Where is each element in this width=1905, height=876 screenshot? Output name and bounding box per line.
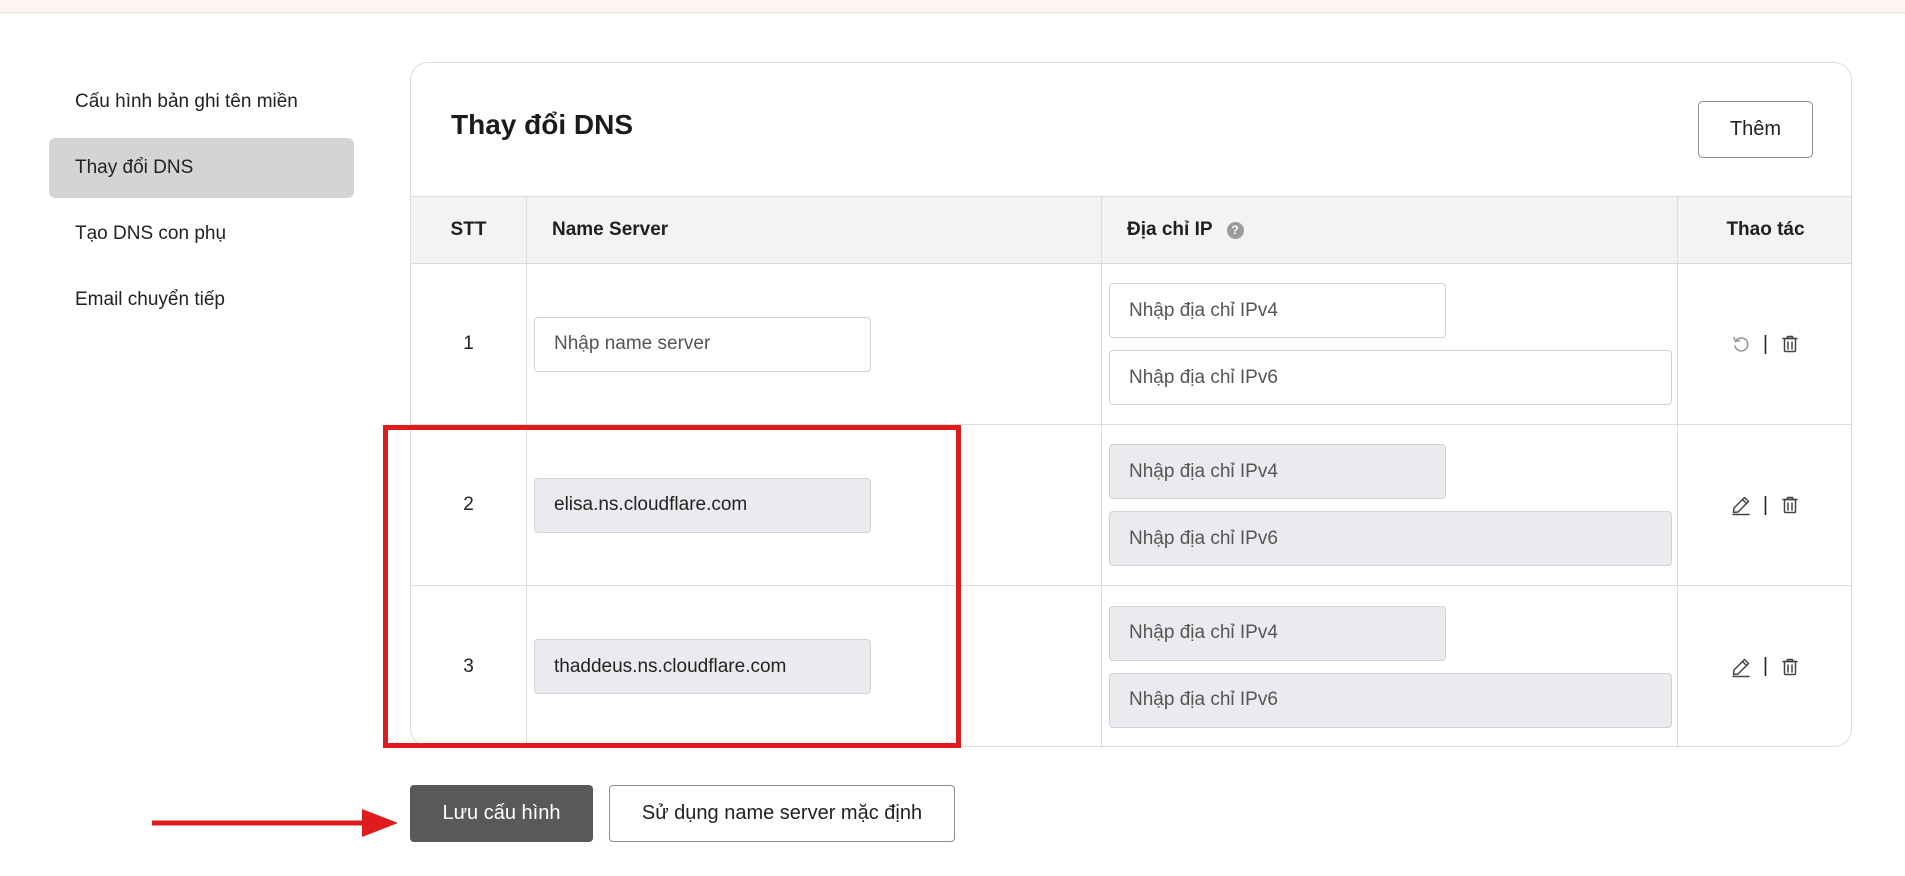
help-icon[interactable]: ? (1226, 221, 1244, 239)
sidebar-item-email-forwarding[interactable]: Email chuyển tiếp (49, 270, 354, 330)
name-server-input[interactable] (534, 477, 871, 533)
row-stt: 2 (411, 425, 527, 585)
ipv6-input[interactable] (1109, 672, 1672, 728)
row-stt: 3 (411, 586, 527, 746)
ip-cell (1102, 586, 1678, 746)
name-server-input[interactable] (534, 639, 871, 694)
table-row: 2 | (411, 425, 1851, 586)
header-ip: Địa chỉ IP ? (1102, 197, 1678, 263)
ip-cell (1102, 425, 1678, 585)
dns-table: STT Name Server Địa chỉ IP ? Thao tác 1 (411, 196, 1851, 746)
sidebar-item-child-dns[interactable]: Tạo DNS con phụ (49, 204, 354, 264)
ipv4-input[interactable] (1109, 283, 1446, 338)
sidebar: Cấu hình bản ghi tên miền Thay đổi DNS T… (49, 72, 354, 336)
sidebar-item-label: Thay đổi DNS (75, 157, 194, 178)
sidebar-item-label: Email chuyển tiếp (75, 289, 225, 310)
name-server-input[interactable] (534, 316, 871, 372)
header-name-server: Name Server (527, 197, 1102, 263)
header-actions: Thao tác (1726, 219, 1805, 240)
header-stt: STT (411, 197, 527, 263)
action-separator: | (1762, 332, 1769, 355)
dns-card: Thay đổi DNS Thêm STT Name Server Địa ch… (410, 62, 1852, 747)
trash-icon[interactable] (1778, 493, 1802, 517)
table-row: 3 | (411, 586, 1851, 746)
page-title: Thay đổi DNS (451, 109, 634, 140)
undo-icon[interactable] (1729, 332, 1753, 356)
ipv6-input[interactable] (1109, 511, 1672, 566)
table-header: STT Name Server Địa chỉ IP ? Thao tác (411, 196, 1851, 264)
actions-cell: | (1678, 264, 1851, 424)
use-default-nameserver-button[interactable]: Sử dụng name server mặc định (609, 785, 955, 842)
top-bar (0, 0, 1905, 13)
trash-icon[interactable] (1778, 332, 1802, 356)
sidebar-item-change-dns[interactable]: Thay đổi DNS (49, 138, 354, 198)
trash-icon[interactable] (1778, 655, 1802, 679)
header-ip-label: Địa chỉ IP (1127, 219, 1213, 240)
table-row: 1 | (411, 264, 1851, 425)
actions-cell: | (1678, 425, 1851, 585)
name-server-cell (527, 264, 1102, 424)
sidebar-item-domain-records[interactable]: Cấu hình bản ghi tên miền (49, 72, 354, 132)
ipv6-input[interactable] (1109, 350, 1672, 405)
row-stt: 1 (411, 264, 527, 424)
pencil-icon[interactable] (1729, 655, 1753, 679)
sidebar-item-label: Cấu hình bản ghi tên miền (75, 91, 298, 112)
ipv4-input[interactable] (1109, 444, 1446, 499)
pencil-icon[interactable] (1729, 493, 1753, 517)
sidebar-item-label: Tạo DNS con phụ (75, 223, 227, 244)
add-button[interactable]: Thêm (1698, 101, 1813, 158)
action-separator: | (1762, 493, 1769, 516)
actions-cell: | (1678, 586, 1851, 746)
save-config-button[interactable]: Lưu cấu hình (410, 785, 593, 842)
ip-cell (1102, 264, 1678, 424)
name-server-cell (527, 586, 1102, 746)
ipv4-input[interactable] (1109, 605, 1446, 661)
name-server-cell (527, 425, 1102, 585)
action-separator: | (1762, 655, 1769, 677)
annotation-arrow-icon (152, 809, 398, 837)
